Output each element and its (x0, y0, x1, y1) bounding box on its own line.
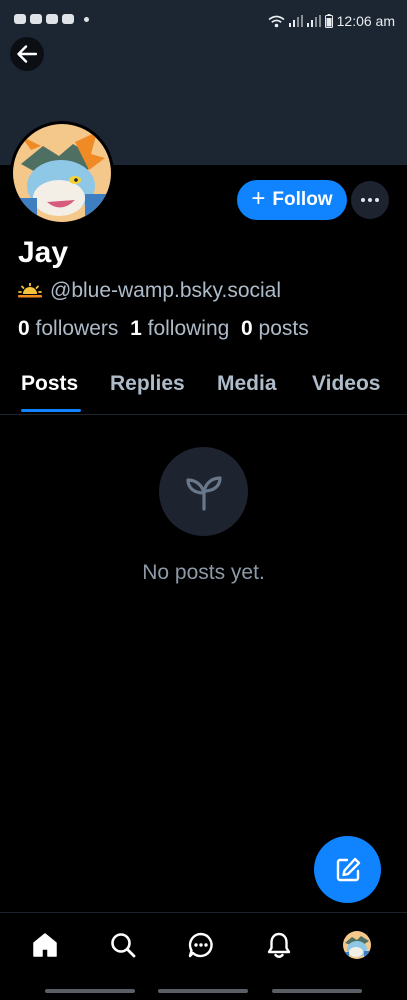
profile-stats: 0 followers 1 following 0 posts (18, 317, 309, 341)
posts-stat: 0 posts (241, 317, 309, 340)
bell-icon (267, 932, 291, 958)
followers-count: 0 (18, 317, 30, 340)
plus-icon: + (251, 185, 266, 212)
signal-icon (288, 15, 303, 27)
gesture-bar-back[interactable] (272, 989, 362, 993)
empty-state-icon (159, 447, 248, 536)
wifi-icon (268, 15, 285, 27)
compose-button[interactable] (314, 836, 381, 903)
empty-state-message: No posts yet. (142, 561, 265, 584)
ellipsis-icon (361, 198, 379, 202)
back-button[interactable] (10, 37, 44, 71)
signal-icon (306, 15, 321, 27)
posts-label: posts (258, 317, 309, 340)
more-notifications-dot (84, 16, 89, 22)
following-link[interactable]: 1 following (130, 317, 229, 340)
system-status: 12:06 am (268, 13, 395, 29)
profile-avatar[interactable] (10, 121, 114, 225)
sunrise-emoji-icon (18, 283, 42, 298)
app-notification-icon (46, 14, 58, 24)
tab-videos[interactable]: Videos (312, 372, 380, 396)
posts-count: 0 (241, 317, 253, 340)
app-notification-icon (30, 14, 42, 24)
following-label: following (147, 317, 230, 340)
following-count: 1 (130, 317, 142, 340)
tab-posts[interactable]: Posts (21, 372, 78, 396)
nav-search[interactable] (108, 930, 138, 960)
more-options-button[interactable] (351, 181, 389, 219)
active-tab-indicator (21, 409, 81, 412)
tab-replies[interactable]: Replies (110, 372, 185, 396)
profile-tabs: Posts Replies Media Videos (0, 362, 407, 415)
profile-avatar-small (343, 931, 371, 959)
followers-link[interactable]: 0 followers (18, 317, 118, 340)
app-notification-icon (14, 14, 26, 24)
nav-home[interactable] (30, 930, 60, 960)
arrow-left-icon (17, 45, 37, 63)
status-bar: 12:06 am (0, 0, 407, 44)
avatar-image (13, 124, 111, 222)
battery-icon (324, 14, 333, 28)
sprout-icon (185, 475, 222, 511)
nav-chat[interactable] (186, 930, 216, 960)
compose-icon (336, 857, 360, 881)
follow-label: Follow (272, 189, 333, 210)
home-icon (33, 933, 57, 957)
handle: @blue-wamp.bsky.social (50, 279, 282, 302)
handle-row: @blue-wamp.bsky.social (18, 279, 281, 303)
search-icon (111, 933, 136, 958)
display-name: Jay (18, 236, 69, 269)
bottom-navigation (0, 912, 407, 979)
chat-icon (188, 932, 213, 958)
gesture-bar-home[interactable] (158, 989, 248, 993)
notification-icons (14, 14, 89, 24)
app-notification-icon (62, 14, 74, 24)
followers-label: followers (35, 317, 119, 340)
nav-notifications[interactable] (264, 930, 294, 960)
clock: 12:06 am (336, 13, 395, 29)
gesture-bar-recents[interactable] (45, 989, 135, 993)
nav-profile[interactable] (342, 930, 372, 960)
follow-button[interactable]: + Follow (237, 180, 347, 220)
tab-media[interactable]: Media (217, 372, 277, 396)
